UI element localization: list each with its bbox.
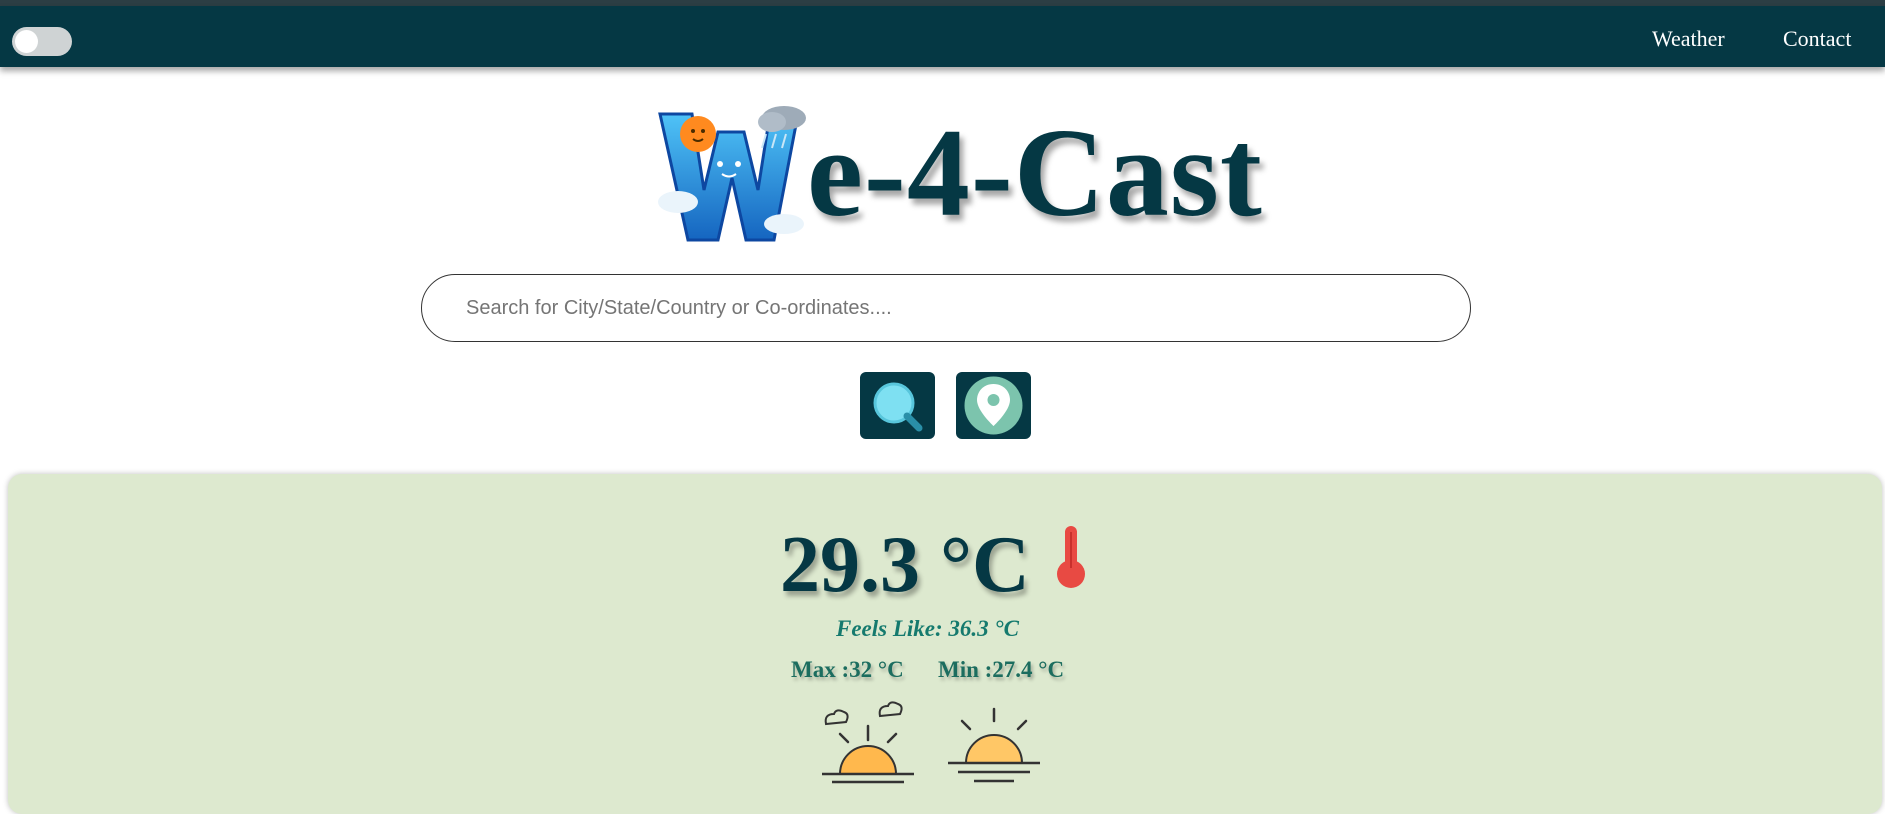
current-temperature: 29.3 °C: [780, 521, 1030, 609]
search-button[interactable]: [860, 372, 935, 439]
site-logo: e-4-Cast: [652, 92, 1262, 252]
sunset-icon: [948, 707, 1040, 783]
thermometer-icon: [1057, 526, 1085, 588]
toggle-knob: [15, 30, 38, 53]
max-temperature: Max :32 °C: [791, 657, 904, 682]
magnifier-icon: [873, 382, 923, 432]
min-temperature: Min :27.4 °C: [938, 657, 1065, 682]
weather-w-logo-icon: [658, 106, 806, 242]
nav-link-contact[interactable]: Contact: [1783, 26, 1851, 52]
logo-wordmark: e-4-Cast: [807, 104, 1263, 243]
sunrise-icon: [822, 701, 914, 784]
feels-like-temperature: Feels Like: 36.3 °C: [836, 616, 1019, 641]
location-button[interactable]: [956, 372, 1031, 439]
location-pin-icon: [964, 376, 1023, 435]
nav-link-weather[interactable]: Weather: [1652, 26, 1725, 52]
navbar: Weather Contact: [0, 6, 1885, 67]
theme-toggle[interactable]: [12, 27, 72, 56]
search-input[interactable]: [421, 274, 1471, 342]
